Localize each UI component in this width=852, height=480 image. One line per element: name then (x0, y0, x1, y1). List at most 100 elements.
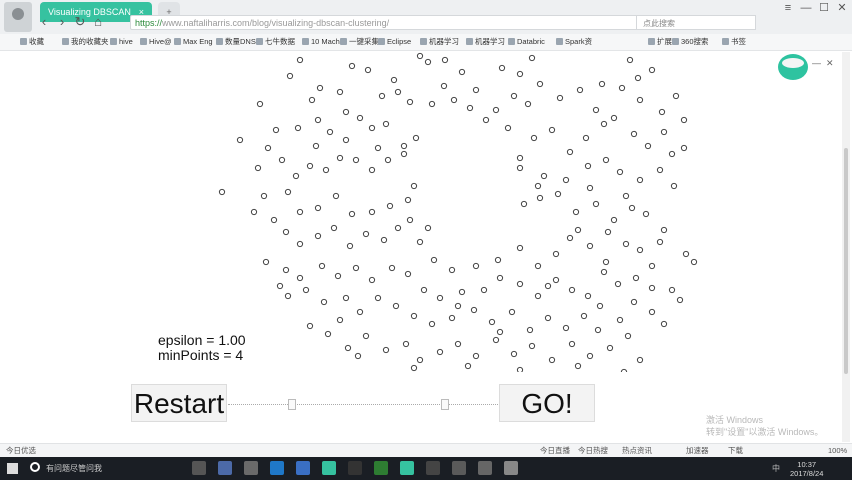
home-icon[interactable]: ⌂ (90, 14, 106, 30)
data-point (314, 232, 322, 240)
store-icon[interactable] (296, 461, 310, 475)
status-item[interactable]: 100% (828, 445, 847, 457)
data-point (602, 258, 610, 266)
data-point (606, 344, 614, 352)
floating-widget-icon[interactable] (778, 54, 808, 80)
data-point (368, 166, 376, 174)
data-point (342, 108, 350, 116)
bookmark-item[interactable]: 收藏 (20, 36, 44, 48)
data-point (464, 362, 472, 370)
minpoints-slider-handle[interactable] (441, 399, 449, 410)
data-point (342, 294, 350, 302)
bookmark-item[interactable]: 一键采集 (340, 36, 379, 48)
bookmark-icon (256, 38, 263, 45)
epsilon-slider-handle[interactable] (288, 399, 296, 410)
data-point (336, 316, 344, 324)
bookmark-item[interactable]: 七牛数据 (256, 36, 295, 48)
app-icon[interactable] (218, 461, 232, 475)
data-point (584, 162, 592, 170)
data-point (594, 326, 602, 334)
data-point (302, 286, 310, 294)
forward-icon[interactable]: › (54, 14, 70, 30)
address-bar[interactable]: https://www.naftaliharris.com/blog/visua… (130, 15, 656, 30)
bookmark-item[interactable]: 扩展 (648, 36, 672, 48)
bookmark-item[interactable]: 360搜索 (672, 36, 709, 48)
status-left[interactable]: 今日优选 (6, 445, 36, 457)
widget-minimize-icon[interactable]: — (812, 58, 821, 68)
input-language[interactable]: 中 (772, 463, 780, 474)
app-icon[interactable] (426, 461, 440, 475)
data-point (454, 302, 462, 310)
app-icon[interactable] (348, 461, 362, 475)
dbscan-canvas[interactable] (200, 52, 720, 372)
bookmark-icon (722, 38, 729, 45)
data-point (416, 238, 424, 246)
status-item[interactable]: 今日直播 (540, 445, 570, 457)
data-point (324, 330, 332, 338)
data-point (516, 154, 524, 162)
bookmark-label: 收藏 (29, 37, 44, 46)
data-point (428, 320, 436, 328)
data-point (330, 224, 338, 232)
data-point (436, 294, 444, 302)
data-point (404, 196, 412, 204)
status-item[interactable]: 加速器 (686, 445, 709, 457)
data-point (294, 124, 302, 132)
bookmark-item[interactable]: 我的收藏夹 (62, 36, 109, 48)
status-item[interactable]: 今日热搜 (578, 445, 608, 457)
widget-close-icon[interactable]: ✕ (826, 58, 834, 69)
bookmark-item[interactable]: 机器学习 (466, 36, 505, 48)
clock-date: 2017/8/24 (790, 469, 824, 478)
bookmark-item[interactable]: Max Eng (174, 36, 213, 48)
bookmark-item[interactable]: Hive@ (140, 36, 172, 48)
task-view-icon[interactable] (192, 461, 206, 475)
reload-icon[interactable]: ↻ (72, 14, 88, 30)
status-item[interactable]: 热点资讯 (622, 445, 652, 457)
bookmark-item[interactable]: Spark资 (556, 36, 592, 48)
browser-statusbar: 今日优选 今日直播 今日热搜 热点资讯 加速器 下载 100% (0, 443, 852, 458)
bookmark-item[interactable]: 书签 (722, 36, 746, 48)
cortana-icon[interactable] (30, 462, 40, 472)
data-point (676, 296, 684, 304)
back-icon[interactable]: ‹ (36, 14, 52, 30)
data-point (364, 66, 372, 74)
app-icon[interactable] (400, 461, 414, 475)
app-icon[interactable] (478, 461, 492, 475)
data-point (670, 182, 678, 190)
data-point (616, 168, 624, 176)
bookmark-item[interactable]: 机器学习 (420, 36, 459, 48)
edge-icon[interactable] (270, 461, 284, 475)
restart-button[interactable]: Restart (131, 384, 227, 422)
scrollbar-thumb[interactable] (844, 148, 848, 374)
user-avatar[interactable] (4, 2, 32, 32)
bookmark-item[interactable]: 10 Mach (302, 36, 340, 48)
status-item[interactable]: 下载 (728, 445, 743, 457)
search-input[interactable]: 点此搜索 (636, 15, 756, 30)
bookmark-item[interactable]: hive (110, 36, 133, 48)
data-point (614, 280, 622, 288)
bookmark-item[interactable]: Databric (508, 36, 545, 48)
bookmark-label: 机器学习 (475, 37, 505, 46)
app-icon[interactable] (374, 461, 388, 475)
data-point (322, 166, 330, 174)
bookmark-label: 机器学习 (429, 37, 459, 46)
data-point (554, 190, 562, 198)
go-button[interactable]: GO! (499, 384, 595, 422)
taskbar-search-hint[interactable]: 有问题尽管问我 (46, 463, 102, 474)
app-icon[interactable] (244, 461, 258, 475)
bookmark-item[interactable]: 数量DNS (216, 36, 256, 48)
data-point (516, 164, 524, 172)
data-point (488, 318, 496, 326)
data-point (566, 234, 574, 242)
clock-time: 10:37 (797, 460, 817, 469)
slider-track (228, 404, 498, 405)
data-point (528, 342, 536, 350)
bookmark-item[interactable]: Eclipse (378, 36, 411, 48)
browser-app-icon[interactable] (322, 461, 336, 475)
system-clock[interactable]: 10:37 2017/8/24 (790, 460, 823, 478)
data-point (536, 80, 544, 88)
app-icon[interactable] (504, 461, 518, 475)
app-icon[interactable] (452, 461, 466, 475)
windows-start-icon[interactable] (7, 463, 18, 474)
data-point (312, 142, 320, 150)
